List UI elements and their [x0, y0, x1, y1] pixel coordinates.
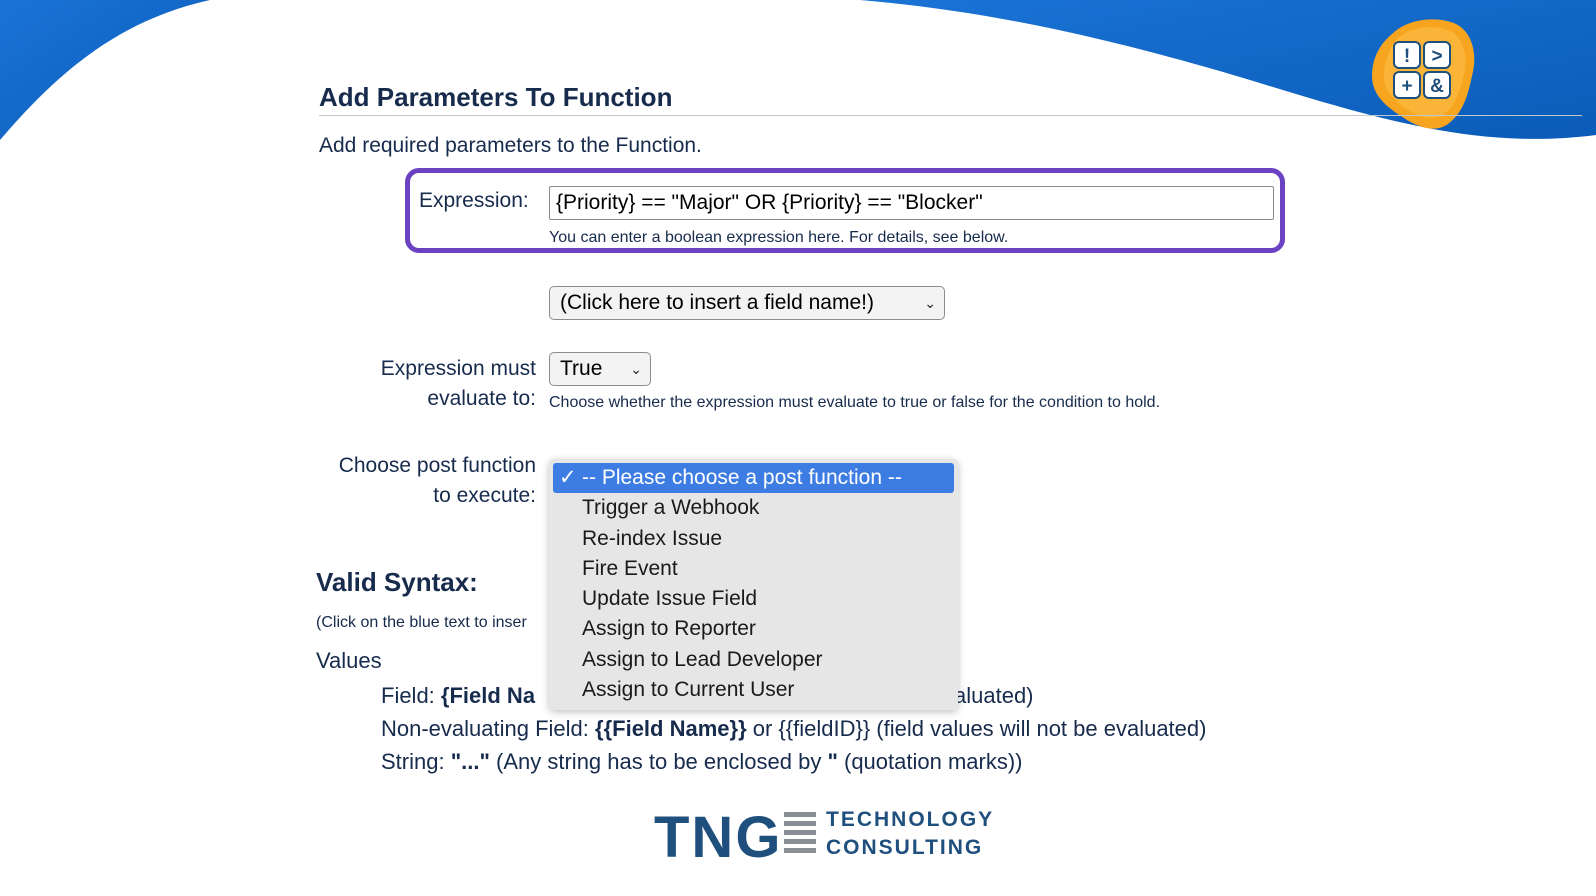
- insert-field-name-label: (Click here to insert a field name!): [560, 291, 874, 314]
- post-function-label-line2: to execute:: [433, 484, 536, 507]
- evaluate-label-line2: evaluate to:: [427, 387, 536, 410]
- syntax-field-line: Field: {Field Na: [381, 683, 536, 708]
- field-syntax-token[interactable]: {Field Na: [441, 683, 535, 708]
- checkmark-icon: ✓: [559, 466, 577, 489]
- dropdown-option[interactable]: Assign to Reporter: [553, 614, 954, 644]
- dropdown-option[interactable]: Assign to Current User: [553, 675, 954, 705]
- dropdown-option[interactable]: ✓ -- Please choose a post function --: [553, 463, 954, 494]
- expression-input[interactable]: [549, 186, 1274, 220]
- dropdown-option[interactable]: Update Issue Field: [553, 584, 954, 614]
- string-syntax-token[interactable]: "...": [451, 749, 490, 774]
- syntax-hint: (Click on the blue text to inser: [316, 614, 527, 631]
- values-heading: Values: [316, 648, 382, 673]
- evaluate-to-select[interactable]: True ⌄: [549, 352, 651, 386]
- logo-line-consulting: CONSULTING: [826, 836, 984, 859]
- page-title: Add Parameters To Function: [319, 82, 673, 112]
- evaluate-label-line1: Expression must: [380, 357, 536, 380]
- app-badge-logo: ! > + &: [1372, 19, 1475, 129]
- expression-help-text: You can enter a boolean expression here.…: [549, 229, 1009, 246]
- syntax-string-line: String: "..." (Any string has to be encl…: [381, 749, 1023, 774]
- quote-syntax-token[interactable]: ": [827, 749, 837, 774]
- evaluate-help-text: Choose whether the expression must evalu…: [549, 394, 1161, 411]
- logo-lines-icon: [784, 812, 816, 857]
- expression-label: Expression:: [419, 189, 529, 212]
- badge-glyph: &: [1430, 76, 1444, 97]
- dropdown-option[interactable]: Re-index Issue: [553, 524, 954, 554]
- insert-field-name-select[interactable]: (Click here to insert a field name!) ⌄: [549, 286, 945, 320]
- page-description: Add required parameters to the Function.: [319, 134, 702, 157]
- badge-glyph: !: [1404, 46, 1410, 67]
- badge-glyph: +: [1401, 76, 1412, 97]
- post-function-dropdown[interactable]: ✓ -- Please choose a post function -- Tr…: [549, 459, 958, 710]
- title-divider: [319, 115, 1582, 116]
- nonevaluating-syntax-token[interactable]: {{Field Name}}: [595, 716, 747, 741]
- tng-technology-consulting-logo: TNG TECHNOLOGY CONSULTING: [654, 805, 992, 870]
- chevron-down-icon: ⌄: [924, 295, 936, 311]
- dropdown-option[interactable]: Assign to Lead Developer: [553, 645, 954, 675]
- syntax-nonevaluating-line: Non-evaluating Field: {{Field Name}} or …: [381, 716, 1207, 741]
- logo-word: TNG: [654, 805, 783, 870]
- dropdown-option[interactable]: Fire Event: [553, 554, 954, 584]
- chevron-down-icon: ⌄: [630, 361, 642, 377]
- post-function-label-line1: Choose post function: [338, 454, 536, 477]
- badge-glyph: >: [1431, 46, 1442, 67]
- syntax-field-line-tail: aluated): [954, 683, 1034, 708]
- evaluate-to-value: True: [560, 357, 603, 380]
- valid-syntax-heading: Valid Syntax:: [316, 567, 478, 597]
- logo-line-technology: TECHNOLOGY: [826, 808, 995, 831]
- dropdown-option[interactable]: Trigger a Webhook: [553, 493, 954, 523]
